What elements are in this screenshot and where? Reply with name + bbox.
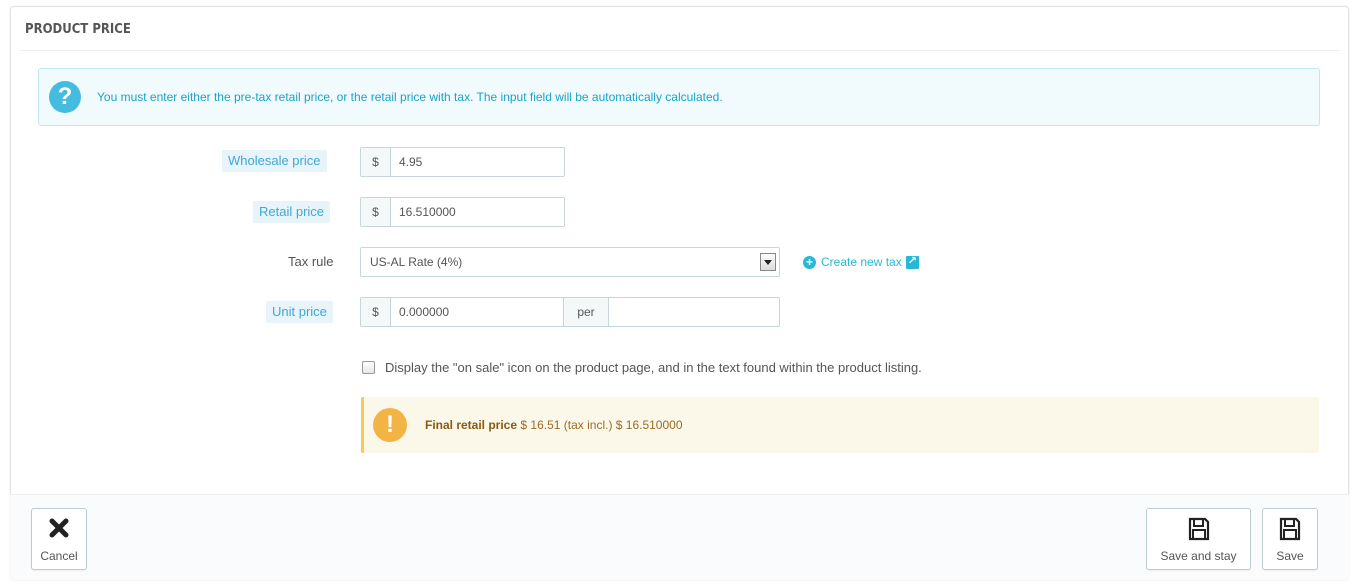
unit-per-input[interactable] <box>609 298 777 326</box>
save-and-stay-button[interactable]: Save and stay <box>1146 508 1251 570</box>
wholesale-price-group: $ <box>360 147 565 177</box>
panel-title: PRODUCT PRICE <box>19 7 1340 51</box>
cancel-button[interactable]: Cancel <box>31 508 87 570</box>
retail-price-label: Retail price <box>253 201 331 223</box>
panel-footer: Cancel Save and stay Save <box>10 494 1349 580</box>
create-new-tax-link[interactable]: + Create new tax <box>803 254 919 270</box>
info-alert: ? You must enter either the pre-tax reta… <box>38 68 1320 126</box>
tax-rule-selected: US-AL Rate (4%) <box>370 255 463 269</box>
question-icon: ? <box>49 81 81 113</box>
unit-price-group: $ per <box>360 297 780 327</box>
chevron-down-icon[interactable] <box>760 253 776 271</box>
close-icon <box>49 518 69 538</box>
on-sale-label: Display the "on sale" icon on the produc… <box>385 360 922 375</box>
info-alert-text: You must enter either the pre-tax retail… <box>97 90 723 104</box>
final-price-text: Final retail price $ 16.51 (tax incl.) $… <box>425 418 683 432</box>
external-link-icon <box>905 254 919 269</box>
currency-addon: $ <box>361 198 391 226</box>
save-icon <box>1279 517 1301 541</box>
save-and-stay-label: Save and stay <box>1160 549 1237 563</box>
unit-price-label: Unit price <box>266 301 333 323</box>
save-button[interactable]: Save <box>1262 508 1318 570</box>
wholesale-price-label: Wholesale price <box>222 150 327 172</box>
retail-price-group: $ <box>360 197 565 227</box>
create-new-tax-label: Create new tax <box>821 255 902 269</box>
plus-circle-icon: + <box>803 255 816 269</box>
on-sale-checkbox[interactable] <box>362 361 375 374</box>
currency-addon: $ <box>361 298 391 326</box>
tax-rule-select[interactable]: US-AL Rate (4%) <box>360 247 780 277</box>
cancel-button-label: Cancel <box>40 549 78 563</box>
tax-rule-label: Tax rule <box>288 254 334 269</box>
retail-price-input[interactable] <box>391 198 561 226</box>
on-sale-option[interactable]: Display the "on sale" icon on the produc… <box>362 360 922 375</box>
currency-addon: $ <box>361 148 391 176</box>
exclamation-icon: ! <box>373 408 407 442</box>
wholesale-price-input[interactable] <box>391 148 561 176</box>
unit-price-input[interactable] <box>391 298 563 326</box>
final-price-value: $ 16.51 (tax incl.) $ 16.510000 <box>520 418 683 432</box>
final-price-label: Final retail price <box>425 418 518 432</box>
save-icon <box>1188 517 1209 541</box>
save-button-label: Save <box>1276 549 1304 563</box>
per-addon: per <box>563 298 609 326</box>
final-price-alert: ! Final retail price $ 16.51 (tax incl.)… <box>361 397 1319 453</box>
